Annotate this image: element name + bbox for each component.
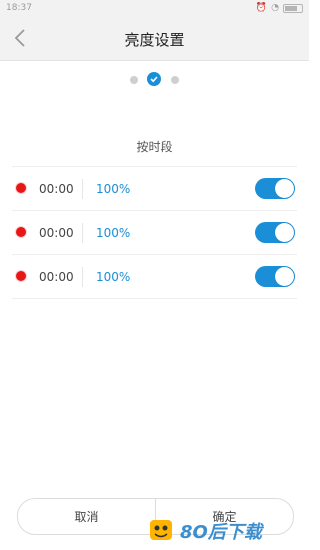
divider bbox=[82, 267, 83, 287]
schedule-row[interactable]: 00:00 100% bbox=[12, 167, 297, 211]
schedule-time[interactable]: 00:00 bbox=[39, 226, 74, 240]
cancel-button[interactable]: 取消 bbox=[18, 499, 155, 534]
schedule-time[interactable]: 00:00 bbox=[39, 270, 74, 284]
section-label: 按时段 bbox=[136, 140, 173, 154]
page-dot-1[interactable] bbox=[130, 76, 138, 84]
schedule-time[interactable]: 00:00 bbox=[39, 182, 74, 196]
status-icons: ⏰ ◔ bbox=[256, 3, 303, 13]
brightness-value[interactable]: 100% bbox=[96, 182, 130, 196]
page-title: 亮度设置 bbox=[124, 31, 185, 49]
battery-icon bbox=[283, 3, 303, 13]
check-icon bbox=[150, 76, 158, 83]
schedule-toggle[interactable] bbox=[255, 178, 295, 199]
divider bbox=[82, 179, 83, 199]
schedule-toggle[interactable] bbox=[255, 222, 295, 243]
brightness-value[interactable]: 100% bbox=[96, 226, 130, 240]
status-bar: 18:37 ⏰ ◔ bbox=[0, 0, 309, 18]
schedule-toggle[interactable] bbox=[255, 266, 295, 287]
status-dot bbox=[16, 227, 26, 237]
status-time: 18:37 bbox=[6, 3, 32, 13]
status-dot bbox=[16, 271, 26, 281]
brightness-value[interactable]: 100% bbox=[96, 270, 130, 284]
wifi-icon: ◔ bbox=[271, 3, 279, 13]
toggle-knob bbox=[275, 267, 294, 286]
page-dot-2-active[interactable] bbox=[147, 72, 161, 86]
schedule-row[interactable]: 00:00 100% bbox=[12, 211, 297, 255]
schedule-row[interactable]: 00:00 100% bbox=[12, 255, 297, 299]
status-dot bbox=[16, 183, 26, 193]
schedule-list: 00:00 100% 00:00 100% 00:00 100% bbox=[12, 166, 297, 299]
page-dot-3[interactable] bbox=[171, 76, 179, 84]
header-bar: 亮度设置 bbox=[0, 18, 309, 61]
svg-text:8O后下载: 8O后下载 bbox=[180, 522, 265, 543]
page-indicator bbox=[0, 72, 309, 88]
watermark-logo: 8O后下载 bbox=[150, 520, 265, 543]
alarm-icon: ⏰ bbox=[255, 3, 268, 13]
divider bbox=[82, 223, 83, 243]
toggle-knob bbox=[275, 179, 294, 198]
toggle-knob bbox=[275, 223, 294, 242]
